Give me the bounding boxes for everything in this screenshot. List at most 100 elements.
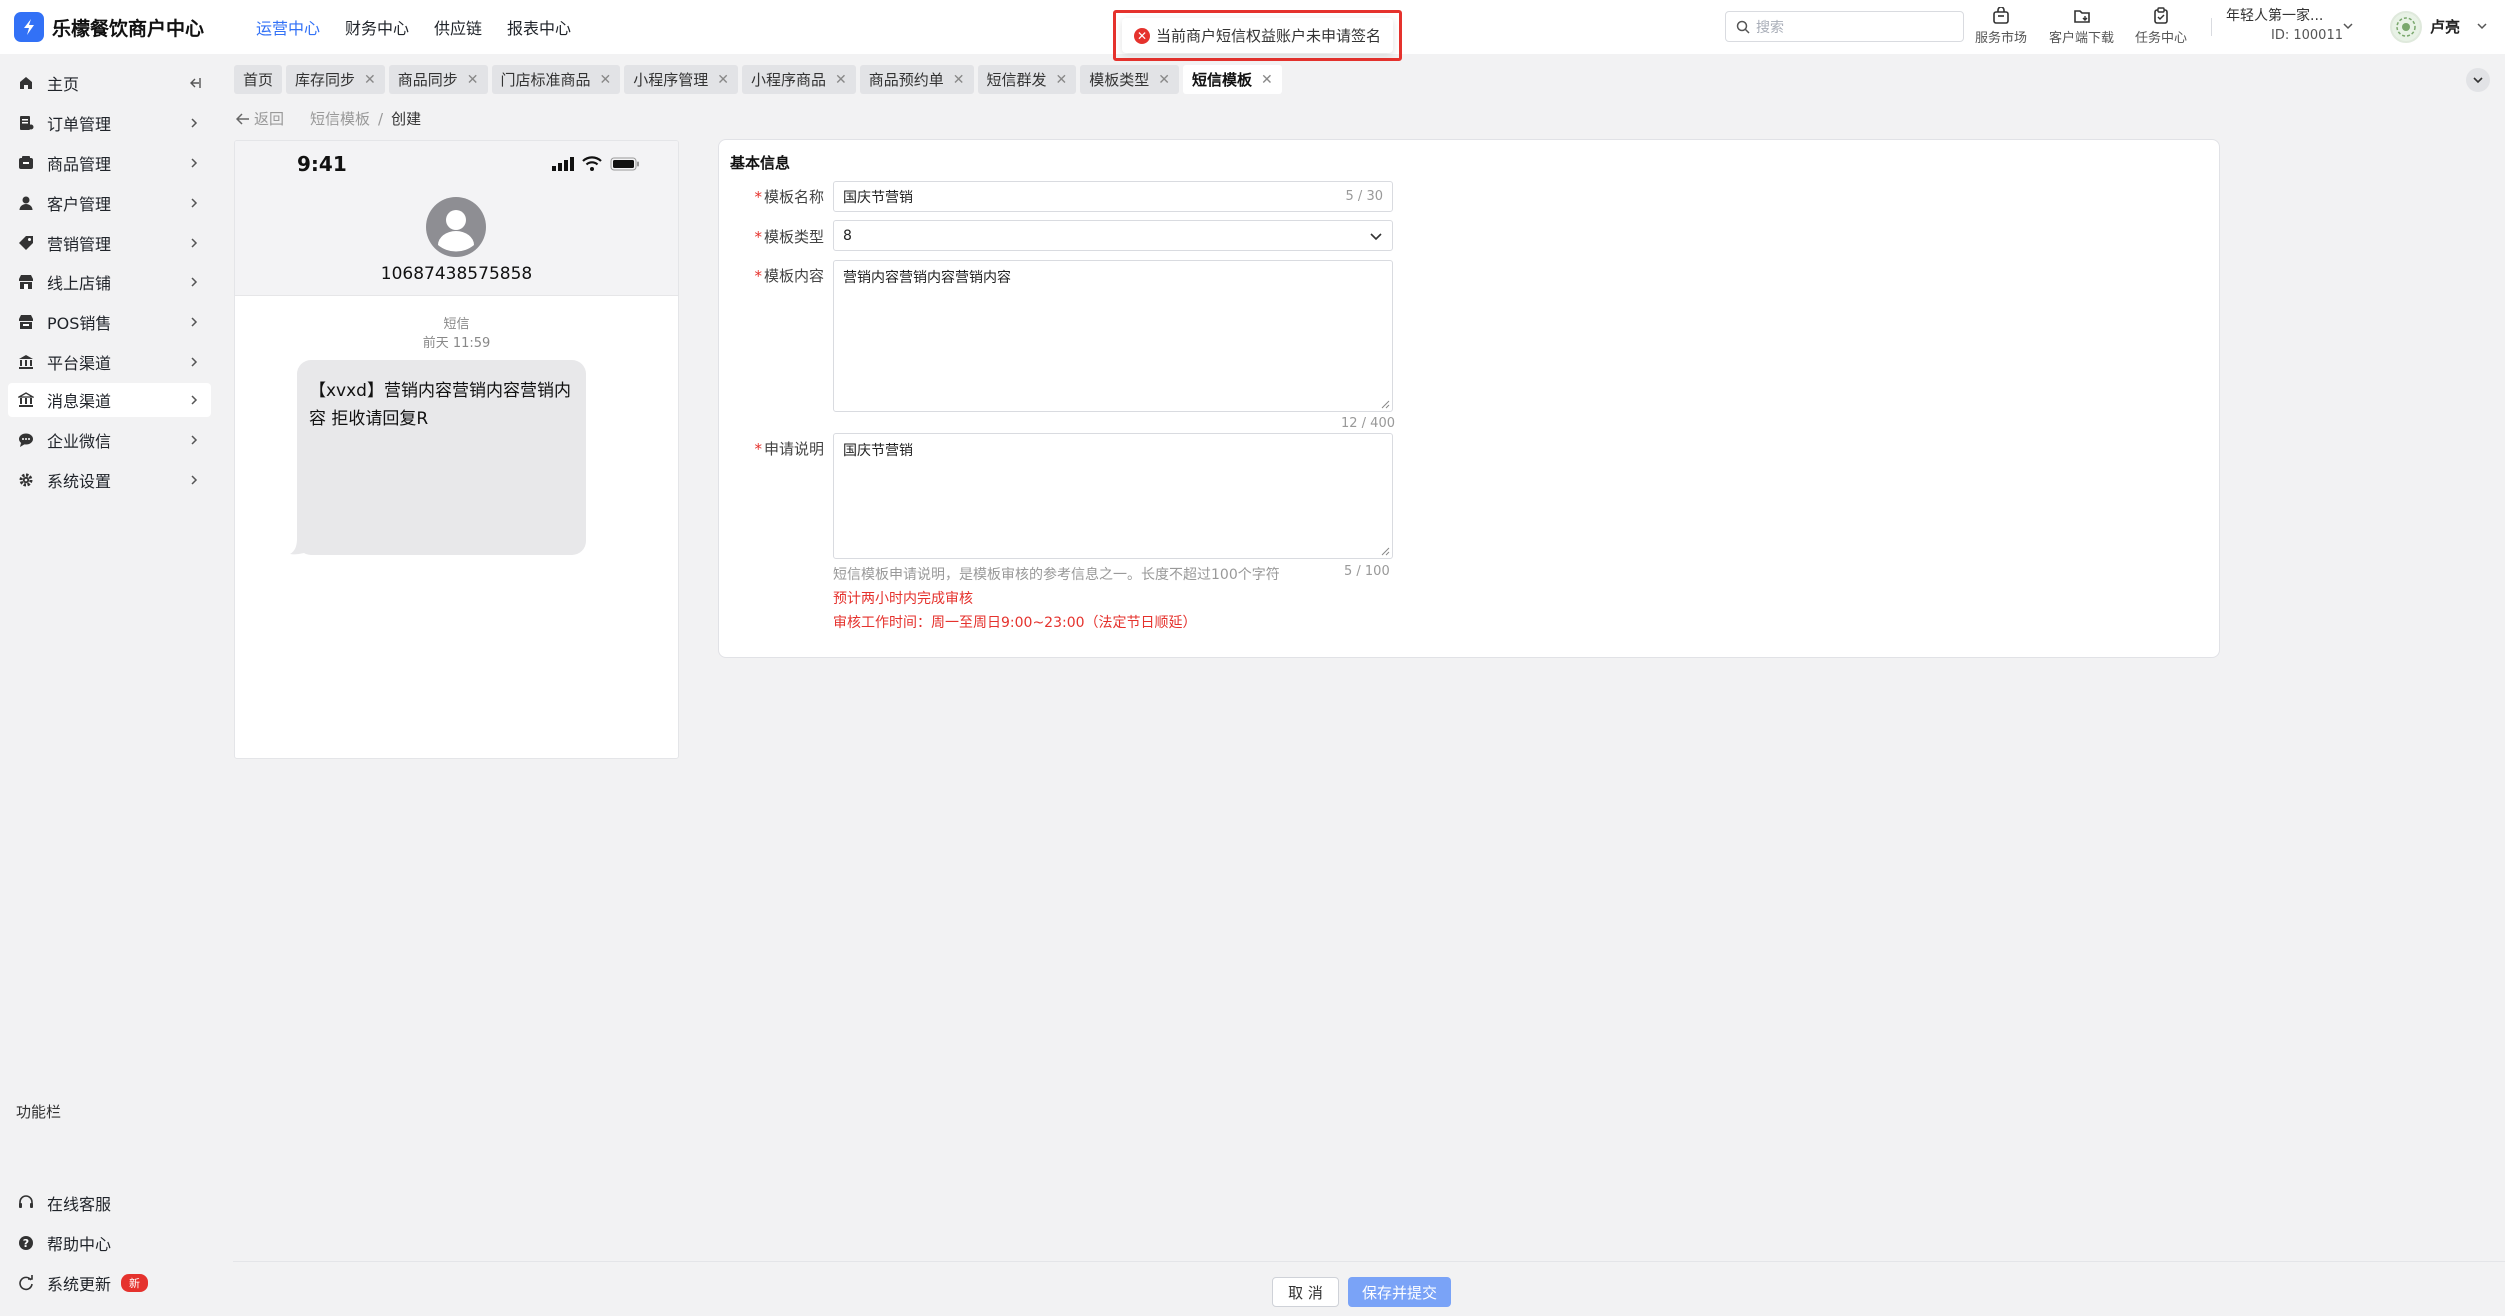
sms-phone-preview: 9:41 10687438575858 短信 前天 11:59 【xvxd】营销…	[234, 140, 679, 759]
username[interactable]: 卢亮	[2430, 16, 2460, 37]
close-icon[interactable]: ✕	[600, 72, 612, 88]
close-icon[interactable]: ✕	[1158, 72, 1170, 88]
close-icon[interactable]: ✕	[467, 72, 479, 88]
user-menu-chevron-icon[interactable]	[2476, 20, 2488, 32]
sidebar-item-wecom[interactable]: 企业微信	[8, 423, 211, 457]
app-logo[interactable]: 乐檬餐饮商户中心	[14, 12, 229, 42]
sidebar-item-pos[interactable]: POS销售	[8, 305, 211, 339]
sidebar-item-system-update[interactable]: 系统更新 新	[8, 1266, 211, 1300]
sidebar-item-platform-channel[interactable]: 平台渠道	[8, 345, 211, 379]
store-icon	[17, 273, 35, 291]
back-link[interactable]: 返回	[236, 108, 284, 129]
resize-handle-icon[interactable]	[1381, 547, 1390, 556]
template-type-select[interactable]: 8	[833, 220, 1393, 251]
client-download-button[interactable]: 客户端下载	[2049, 7, 2114, 46]
order-icon	[17, 114, 35, 132]
nav-finance[interactable]: 财务中心	[345, 15, 409, 39]
template-type-label: * 模板类型	[754, 228, 824, 246]
tab-label: 首页	[243, 71, 274, 89]
chevron-down-icon[interactable]	[2342, 20, 2354, 32]
battery-icon	[610, 157, 639, 170]
tab-store-standard-goods[interactable]: 门店标准商品 ✕	[491, 65, 621, 94]
sidebar-item-home[interactable]: 主页	[8, 66, 211, 100]
tab-label: 短信群发	[986, 71, 1047, 89]
service-market-label: 服务市场	[1975, 31, 2028, 46]
sidebar-item-label: 帮助中心	[47, 1235, 112, 1254]
nav-operations[interactable]: 运营中心	[256, 15, 320, 39]
tab-sms-template[interactable]: 短信模板 ✕	[1183, 65, 1282, 94]
breadcrumb-parent[interactable]: 短信模板	[310, 108, 370, 129]
message-meta: 短信 前天 11:59	[235, 315, 678, 353]
tab-miniapp-goods[interactable]: 小程序商品 ✕	[742, 65, 856, 94]
bubble-tail	[290, 539, 304, 555]
breadcrumb: 返回 短信模板 / 创建	[236, 108, 421, 129]
clipboard-icon	[2154, 7, 2168, 24]
sidebar-item-message-channel[interactable]: 消息渠道	[8, 383, 211, 417]
sidebar-item-goods[interactable]: 商品管理	[8, 146, 211, 180]
tab-home[interactable]: 首页	[234, 65, 283, 94]
refresh-icon	[17, 1274, 35, 1292]
tab-label: 商品同步	[397, 71, 458, 89]
sender-number: 10687438575858	[380, 264, 533, 284]
tab-goods-reservation[interactable]: 商品预约单 ✕	[859, 65, 974, 94]
task-center-button[interactable]: 任务中心	[2135, 7, 2187, 46]
user-icon	[17, 194, 35, 212]
close-icon[interactable]: ✕	[835, 72, 847, 88]
phone-status-time: 9:41	[297, 152, 347, 176]
service-market-button[interactable]: 服务市场	[1975, 7, 2027, 46]
message-bubble: 【xvxd】营销内容营销内容营销内容 拒收请回复R	[297, 360, 586, 555]
close-icon[interactable]: ✕	[717, 72, 729, 88]
sidebar-item-label: 线上店铺	[47, 274, 112, 293]
tab-template-type[interactable]: 模板类型 ✕	[1080, 65, 1180, 94]
sidebar-item-orders[interactable]: 订单管理	[8, 106, 211, 140]
goods-icon	[17, 154, 35, 172]
sidebar-item-online-store[interactable]: 线上店铺	[8, 265, 211, 299]
breadcrumb-current: 创建	[391, 110, 422, 128]
tab-label: 小程序商品	[751, 71, 827, 89]
download-folder-icon	[2073, 10, 2090, 23]
template-content-textarea[interactable]: 营销内容营销内容营销内容	[833, 260, 1393, 412]
message-icon	[17, 391, 35, 409]
cancel-button[interactable]: 取 消	[1272, 1277, 1339, 1307]
avatar[interactable]	[2390, 11, 2422, 43]
application-note-value: 国庆节营销	[843, 443, 913, 459]
sidebar-item-label: 在线客服	[47, 1195, 112, 1214]
template-name-input[interactable]: 国庆节营销 5 / 30	[833, 181, 1393, 212]
sidebar-item-label: 企业微信	[47, 432, 112, 451]
template-content-value: 营销内容营销内容营销内容	[843, 270, 1011, 286]
nav-supply-chain[interactable]: 供应链	[434, 15, 482, 39]
chat-icon	[17, 431, 35, 449]
tab-goods-sync[interactable]: 商品同步 ✕	[388, 65, 488, 94]
collapse-sidebar-icon[interactable]	[187, 76, 201, 90]
account-switcher[interactable]: 年轻人第一家... ID: 100011	[2226, 6, 2343, 46]
client-download-label: 客户端下载	[2049, 31, 2115, 46]
pos-icon	[17, 313, 35, 331]
nav-reports[interactable]: 报表中心	[507, 15, 571, 39]
sidebar-item-label: 商品管理	[47, 155, 112, 174]
tab-label: 小程序管理	[633, 71, 709, 89]
sidebar-item-help[interactable]: ? 帮助中心	[8, 1226, 211, 1260]
back-label: 返回	[254, 110, 285, 128]
tabs-dropdown-button[interactable]	[2466, 68, 2490, 92]
tab-miniapp-management[interactable]: 小程序管理 ✕	[624, 65, 739, 94]
template-name-label: * 模板名称	[754, 188, 824, 206]
close-icon[interactable]: ✕	[364, 72, 376, 88]
close-icon[interactable]: ✕	[1261, 72, 1273, 88]
message-text: 【xvxd】营销内容营销内容营销内容 拒收请回复R	[309, 381, 571, 429]
account-id: ID: 100011	[2271, 28, 2343, 43]
resize-handle-icon[interactable]	[1381, 400, 1390, 409]
save-submit-button[interactable]: 保存并提交	[1348, 1277, 1451, 1307]
tab-inventory-sync[interactable]: 库存同步 ✕	[286, 65, 385, 94]
message-type: 短信	[443, 317, 470, 332]
sidebar-item-settings[interactable]: 系统设置	[8, 463, 211, 497]
application-note-textarea[interactable]: 国庆节营销	[833, 433, 1393, 559]
close-icon[interactable]: ✕	[1056, 72, 1068, 88]
search-placeholder: 搜索	[1756, 19, 1784, 36]
search-input[interactable]: 搜索	[1725, 11, 1964, 42]
sidebar-item-online-support[interactable]: 在线客服	[8, 1186, 211, 1220]
sidebar-item-marketing[interactable]: 营销管理	[8, 226, 211, 260]
home-icon	[17, 74, 35, 92]
close-icon[interactable]: ✕	[953, 72, 965, 88]
tab-sms-broadcast[interactable]: 短信群发 ✕	[977, 65, 1077, 94]
sidebar-item-customers[interactable]: 客户管理	[8, 186, 211, 220]
